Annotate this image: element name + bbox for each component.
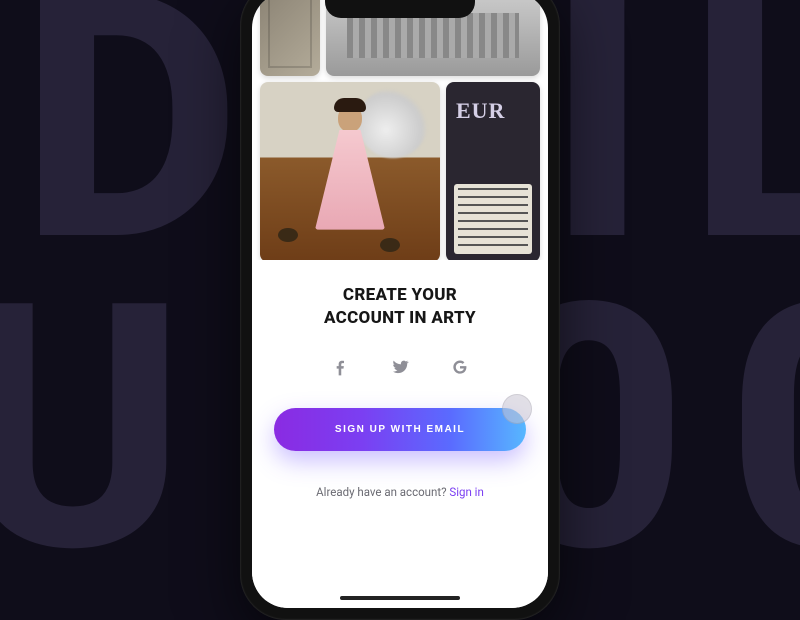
artwork-gallery: EUR — [252, 0, 548, 262]
signup-email-label: SIGN UP WITH EMAIL — [335, 424, 465, 435]
facebook-icon[interactable] — [329, 356, 351, 378]
social-login-row — [274, 356, 526, 378]
google-icon[interactable] — [449, 356, 471, 378]
home-indicator[interactable] — [340, 596, 460, 600]
phone-frame: EUR CREATE YOUR ACCOUNT IN ARTY — [240, 0, 560, 620]
phone-screen: EUR CREATE YOUR ACCOUNT IN ARTY — [252, 0, 548, 608]
signup-panel: CREATE YOUR ACCOUNT IN ARTY SIGN UP WITH… — [252, 260, 548, 608]
gallery-tile-frida[interactable] — [260, 82, 440, 262]
gallery-tile[interactable] — [260, 0, 320, 76]
heading-line-2: ACCOUNT IN ARTY — [274, 307, 526, 330]
heading-line-1: CREATE YOUR — [274, 284, 526, 307]
euro-tile-label: EUR — [446, 82, 540, 130]
signup-email-button[interactable]: SIGN UP WITH EMAIL — [274, 408, 526, 451]
twitter-icon[interactable] — [389, 356, 411, 378]
touch-indicator — [502, 394, 532, 424]
gallery-tile-euro[interactable]: EUR — [446, 82, 540, 262]
signin-link[interactable]: Sign in — [449, 485, 483, 499]
device-notch — [325, 0, 475, 18]
page-title: CREATE YOUR ACCOUNT IN ARTY — [274, 284, 526, 330]
signin-row: Already have an account? Sign in — [274, 485, 526, 499]
euro-tile-text — [454, 184, 532, 254]
signin-prefix: Already have an account? — [316, 485, 449, 499]
